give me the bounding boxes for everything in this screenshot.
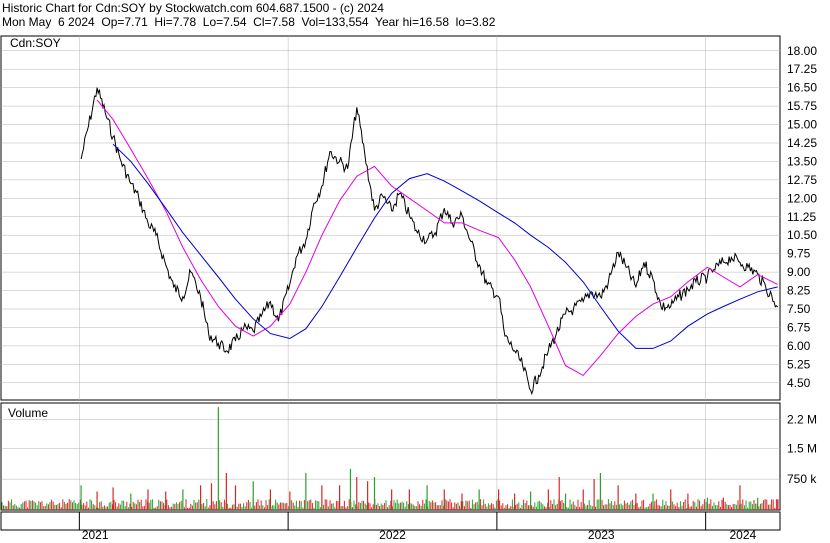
price-frame [0, 35, 781, 401]
price-tick-label: 15.00 [787, 118, 817, 132]
symbol-label: Cdn:SOY [10, 36, 61, 50]
price-tick-label: 9.75 [787, 247, 811, 261]
price-tick-label: 16.50 [787, 81, 817, 95]
price-tick-label: 15.75 [787, 99, 817, 113]
price-tick-label: 18.00 [787, 44, 817, 58]
price-tick-label: 5.25 [787, 357, 811, 371]
price-tick-label: 6.75 [787, 320, 811, 334]
price-panel: 18.00 17.25 16.50 15.75 15.00 14.25 13.50 12.75… [0, 35, 817, 401]
year-tick-label: 2023 [588, 528, 615, 542]
price-tick-label: 6.00 [787, 339, 811, 353]
price-tick-label: 12.75 [787, 173, 817, 187]
price-tick-label: 11.25 [787, 210, 816, 224]
price-tick-label: 9.00 [787, 265, 811, 279]
historic-chart: 18.00 17.25 16.50 15.75 15.00 14.25 13.50 12.75… [0, 35, 817, 542]
year-tick-label: 2021 [82, 528, 109, 542]
x-axis: 2021 2022 2023 2024 [0, 511, 781, 542]
volume-tick-label: 2.2 M [787, 412, 817, 426]
volume-tick-label: 1.5 M [787, 441, 817, 455]
price-tick-label: 17.25 [787, 62, 817, 76]
price-tick-label: 14.25 [787, 136, 817, 150]
volume-tick-label: 750 k [787, 472, 817, 486]
year-tick-label: 2024 [729, 528, 756, 542]
volume-frame [0, 402, 781, 511]
price-tick-label: 12.00 [787, 191, 817, 205]
price-tick-label: 8.25 [787, 284, 811, 298]
price-axis-ticks: 18.00 17.25 16.50 15.75 15.00 14.25 13.50 12.75… [787, 44, 817, 390]
price-tick-label: 7.50 [787, 302, 811, 316]
year-tick-label: 2022 [379, 528, 406, 542]
volume-label: Volume [8, 406, 48, 420]
volume-axis-ticks: 2.2 M 1.5 M 750 k [787, 412, 817, 486]
price-tick-label: 4.50 [787, 376, 811, 390]
price-tick-label: 13.50 [787, 154, 817, 168]
price-tick-label: 10.50 [787, 228, 817, 242]
volume-panel: 2.2 M 1.5 M 750 k Volume [0, 402, 817, 511]
